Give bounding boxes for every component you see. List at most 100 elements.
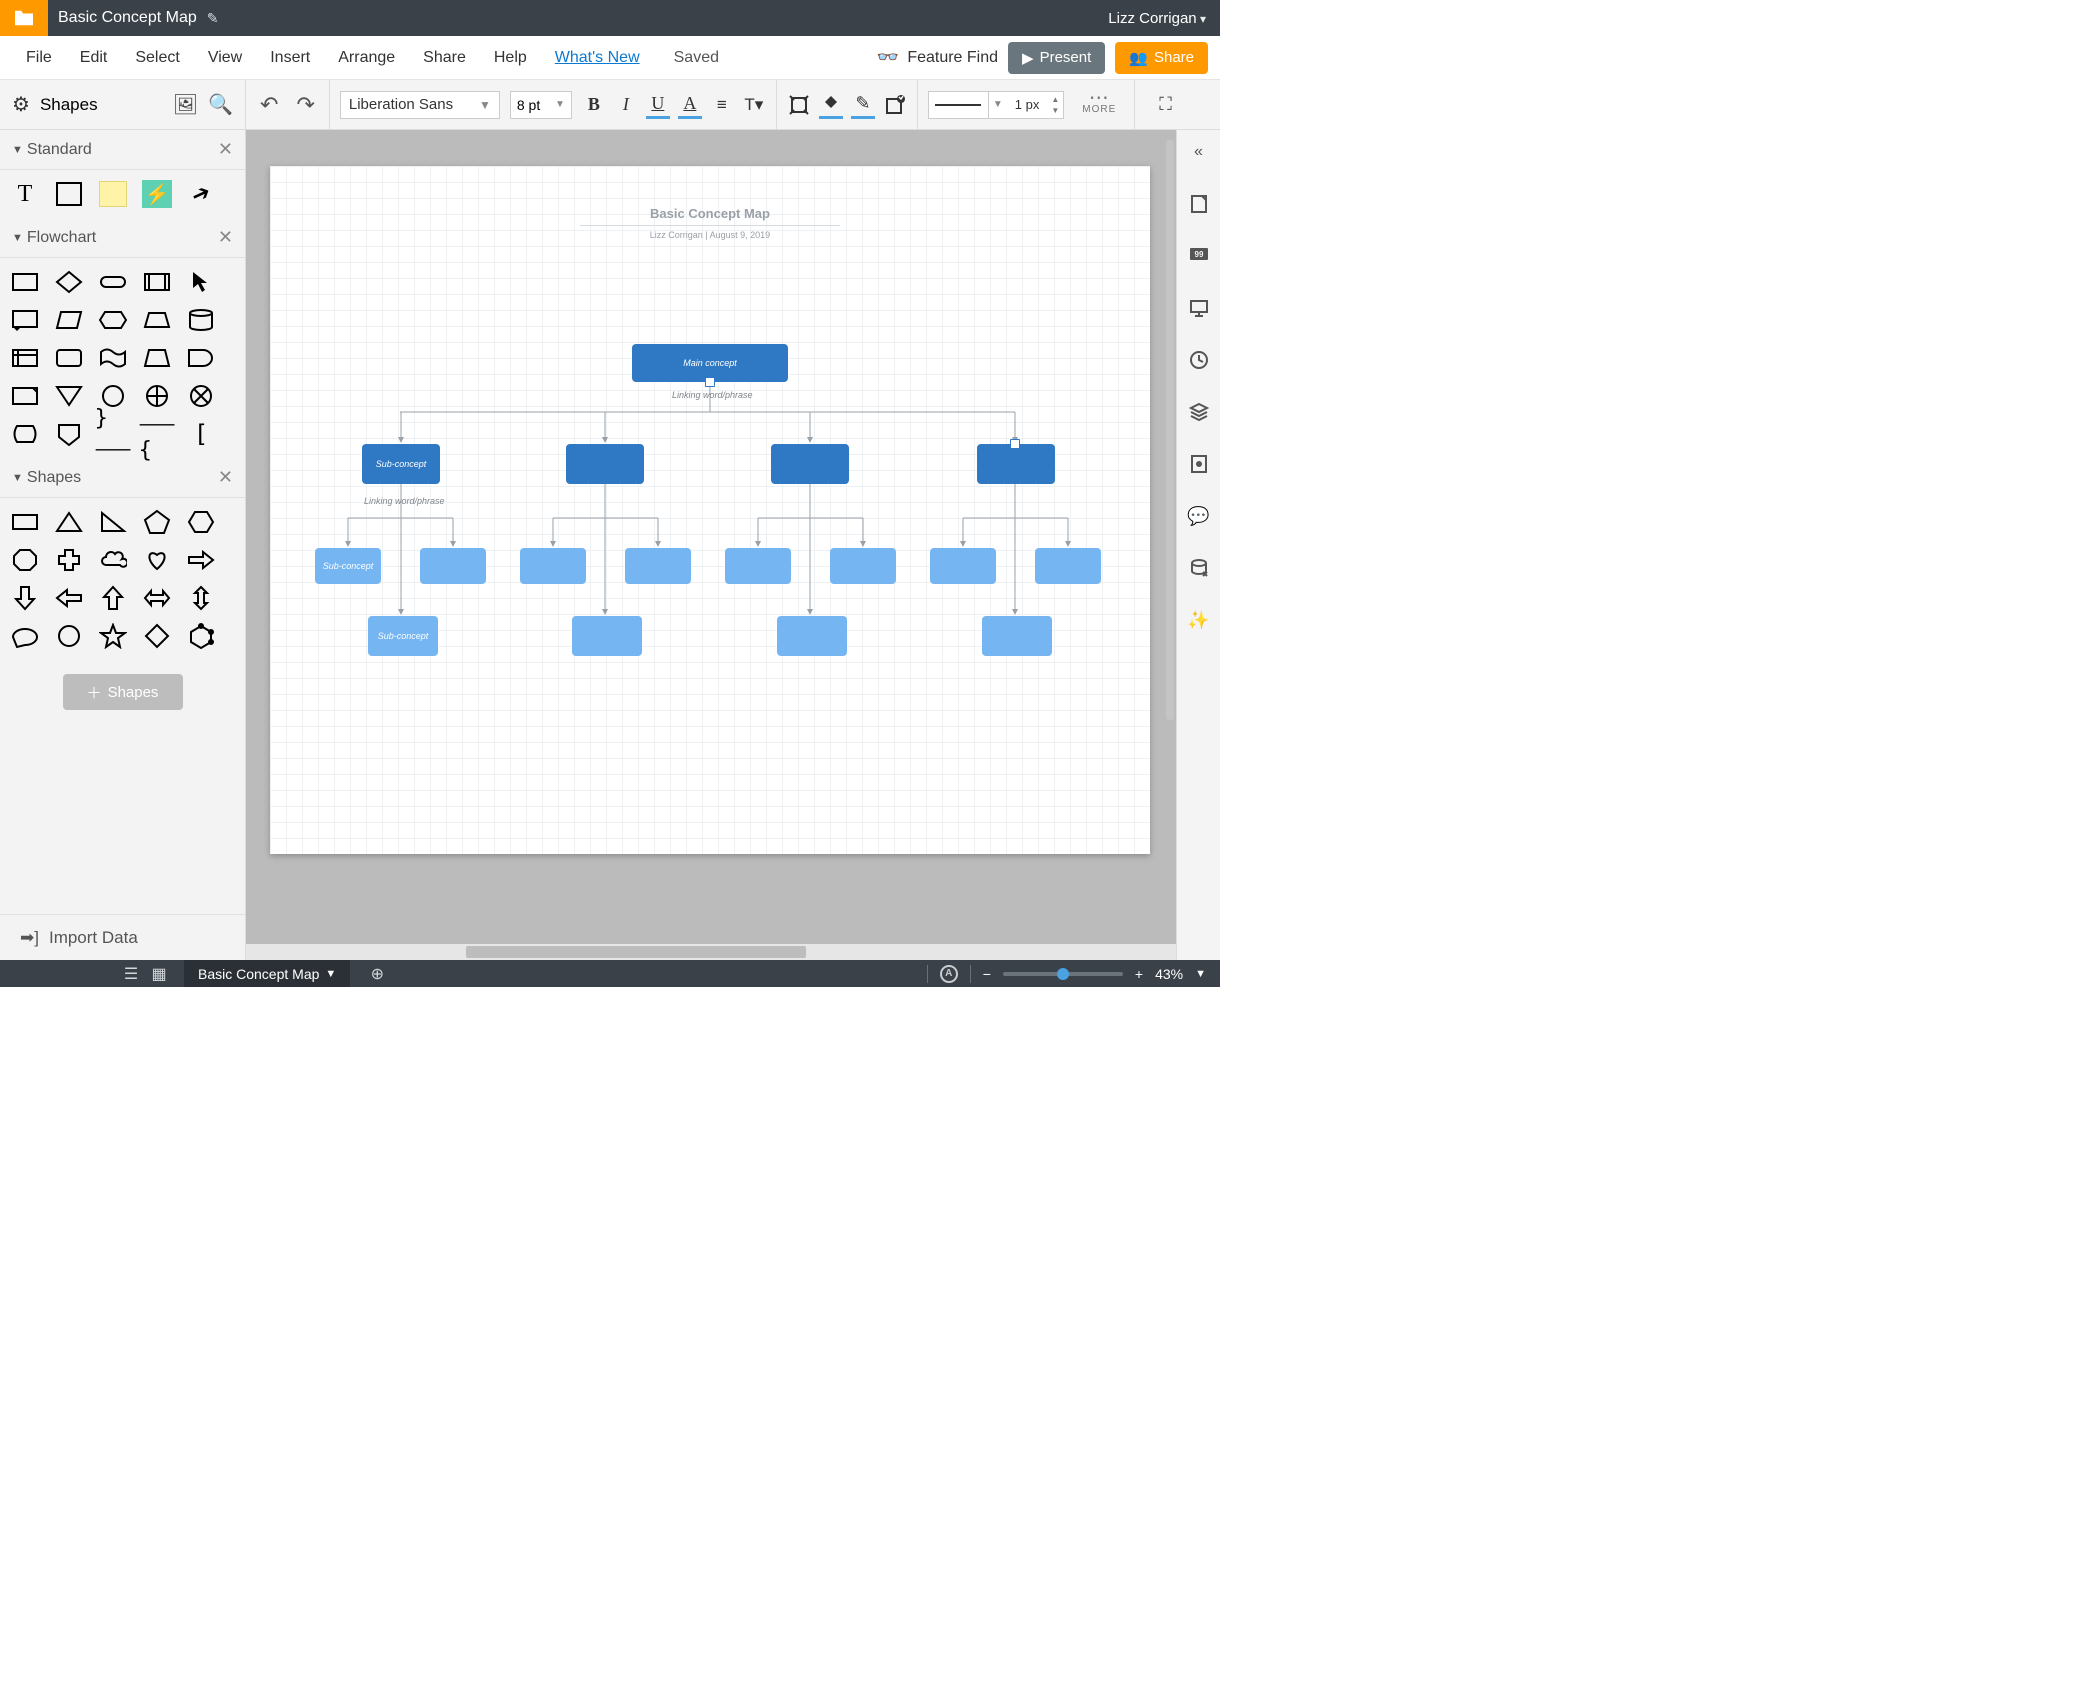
shape-options-button[interactable]	[883, 91, 907, 119]
pentagon-shape[interactable]	[142, 508, 172, 536]
terminator-shape[interactable]	[98, 268, 128, 296]
node-leaf-3a[interactable]	[725, 548, 791, 584]
font-size-select[interactable]: 8 pt ▼	[510, 91, 572, 119]
heart-shape[interactable]	[142, 546, 172, 574]
share-button[interactable]: 👥 Share	[1115, 42, 1208, 74]
zoom-in-button[interactable]: +	[1135, 966, 1143, 982]
node-leaf-2b[interactable]	[625, 548, 691, 584]
diagram-page[interactable]: Basic Concept Map Lizz Corrigan | August…	[270, 166, 1150, 854]
hex-shape[interactable]	[186, 508, 216, 536]
canvas-scroll[interactable]: Basic Concept Map Lizz Corrigan | August…	[246, 130, 1176, 960]
node-bottom-2[interactable]	[572, 616, 642, 656]
node-leaf-1a[interactable]: Sub-concept	[315, 548, 381, 584]
arrow-ud-shape[interactable]	[186, 584, 216, 612]
align-button[interactable]: ≡	[710, 91, 734, 119]
text-color-button[interactable]: A	[678, 91, 702, 119]
menu-whats-new[interactable]: What's New	[541, 43, 654, 73]
present-button[interactable]: ▶ Present	[1008, 42, 1105, 74]
selection-handle[interactable]	[705, 377, 715, 387]
close-icon[interactable]: ✕	[218, 139, 233, 160]
circle-shape[interactable]	[54, 622, 84, 650]
page-tab[interactable]: Basic Concept Map ▼	[184, 960, 350, 987]
node-leaf-3b[interactable]	[830, 548, 896, 584]
close-icon[interactable]: ✕	[218, 227, 233, 248]
rect-shape[interactable]	[10, 508, 40, 536]
presentation-icon[interactable]	[1187, 296, 1211, 320]
zoom-out-button[interactable]: −	[983, 966, 991, 982]
node-leaf-1b[interactable]	[420, 548, 486, 584]
menu-arrange[interactable]: Arrange	[324, 43, 409, 73]
more-toolbar-button[interactable]: ⋯ MORE	[1074, 94, 1124, 115]
database-shape[interactable]	[186, 306, 216, 334]
node-bottom-3[interactable]	[777, 616, 847, 656]
chat-icon[interactable]: 💬	[1187, 504, 1211, 528]
triangle-shape[interactable]	[54, 508, 84, 536]
line-width-stepper[interactable]: ▲▼	[1047, 95, 1063, 115]
or-shape[interactable]	[186, 382, 216, 410]
polygon-shape[interactable]	[186, 622, 216, 650]
diamond-shape[interactable]	[142, 622, 172, 650]
italic-button[interactable]: I	[614, 91, 638, 119]
text-options-button[interactable]: T▾	[742, 91, 766, 119]
tape-shape[interactable]	[98, 344, 128, 372]
sticky-note-shape[interactable]	[98, 180, 128, 208]
pointer-shape[interactable]	[186, 268, 216, 296]
add-shapes-button[interactable]: ＋ Shapes	[63, 674, 183, 710]
internal-storage-shape[interactable]	[10, 344, 40, 372]
search-icon[interactable]: 🔍	[208, 92, 233, 117]
page-settings-icon[interactable]	[1187, 192, 1211, 216]
master-pages-icon[interactable]	[1187, 452, 1211, 476]
node-bottom-4[interactable]	[982, 616, 1052, 656]
merge-shape[interactable]	[54, 382, 84, 410]
card-shape[interactable]	[54, 344, 84, 372]
line-style-select[interactable]: ▼ 1 px ▲▼	[928, 91, 1064, 119]
arrow-shape[interactable]: ➔	[181, 175, 220, 213]
brace-right-shape[interactable]: }⸺	[98, 420, 128, 448]
node-sub-4[interactable]	[977, 444, 1055, 484]
import-data-button[interactable]: ➡] Import Data	[0, 914, 245, 960]
cloud-shape[interactable]	[98, 546, 128, 574]
menu-share[interactable]: Share	[409, 43, 480, 73]
rectangle-shape[interactable]	[54, 180, 84, 208]
predefined-shape[interactable]	[142, 268, 172, 296]
arrow-right-shape[interactable]	[186, 546, 216, 574]
image-icon[interactable]: 🖼	[173, 92, 198, 117]
grid-view-icon[interactable]: ▦	[146, 964, 172, 984]
magic-icon[interactable]: ✨	[1187, 608, 1211, 632]
brace-left-shape[interactable]: ⸺{	[142, 420, 172, 448]
collapse-panel-icon[interactable]: «	[1187, 140, 1211, 164]
hexagon-shape[interactable]	[98, 306, 128, 334]
node-leaf-4a[interactable]	[930, 548, 996, 584]
list-view-icon[interactable]: ☰	[118, 964, 144, 984]
palette-header-standard[interactable]: ▼ Standard ✕	[0, 130, 245, 170]
decision-shape[interactable]	[54, 268, 84, 296]
folder-icon[interactable]	[0, 0, 48, 36]
note-shape[interactable]	[10, 306, 40, 334]
node-sub-1[interactable]: Sub-concept	[362, 444, 440, 484]
fill-color-button[interactable]	[819, 91, 843, 119]
page-shape[interactable]	[10, 382, 40, 410]
offpage-shape[interactable]	[54, 420, 84, 448]
arrow-left-shape[interactable]	[54, 584, 84, 612]
rename-pencil-icon[interactable]: ✎	[207, 10, 219, 27]
comments-icon[interactable]: 99	[1187, 244, 1211, 268]
node-leaf-2a[interactable]	[520, 548, 586, 584]
trapezoid-shape[interactable]	[142, 306, 172, 334]
line-color-button[interactable]: ✎	[851, 91, 875, 119]
accessibility-icon[interactable]: A	[940, 965, 958, 983]
callout-shape[interactable]	[10, 622, 40, 650]
data-icon[interactable]	[1187, 556, 1211, 580]
chevron-down-icon[interactable]: ▼	[1195, 968, 1206, 980]
user-menu[interactable]: Lizz Corrigan	[1108, 10, 1220, 27]
menu-edit[interactable]: Edit	[66, 43, 122, 73]
feature-find-button[interactable]: 👓 Feature Find	[877, 47, 998, 68]
menu-help[interactable]: Help	[480, 43, 541, 73]
arrow-lr-shape[interactable]	[142, 584, 172, 612]
node-bottom-1[interactable]: Sub-concept	[368, 616, 438, 656]
undo-button[interactable]: ↶	[256, 92, 282, 118]
zoom-slider[interactable]	[1003, 972, 1123, 976]
menu-file[interactable]: File	[12, 43, 66, 73]
line-width-value[interactable]: 1 px	[1007, 97, 1048, 112]
fullscreen-button[interactable]: ⛶	[1145, 94, 1186, 115]
cross-shape[interactable]	[54, 546, 84, 574]
